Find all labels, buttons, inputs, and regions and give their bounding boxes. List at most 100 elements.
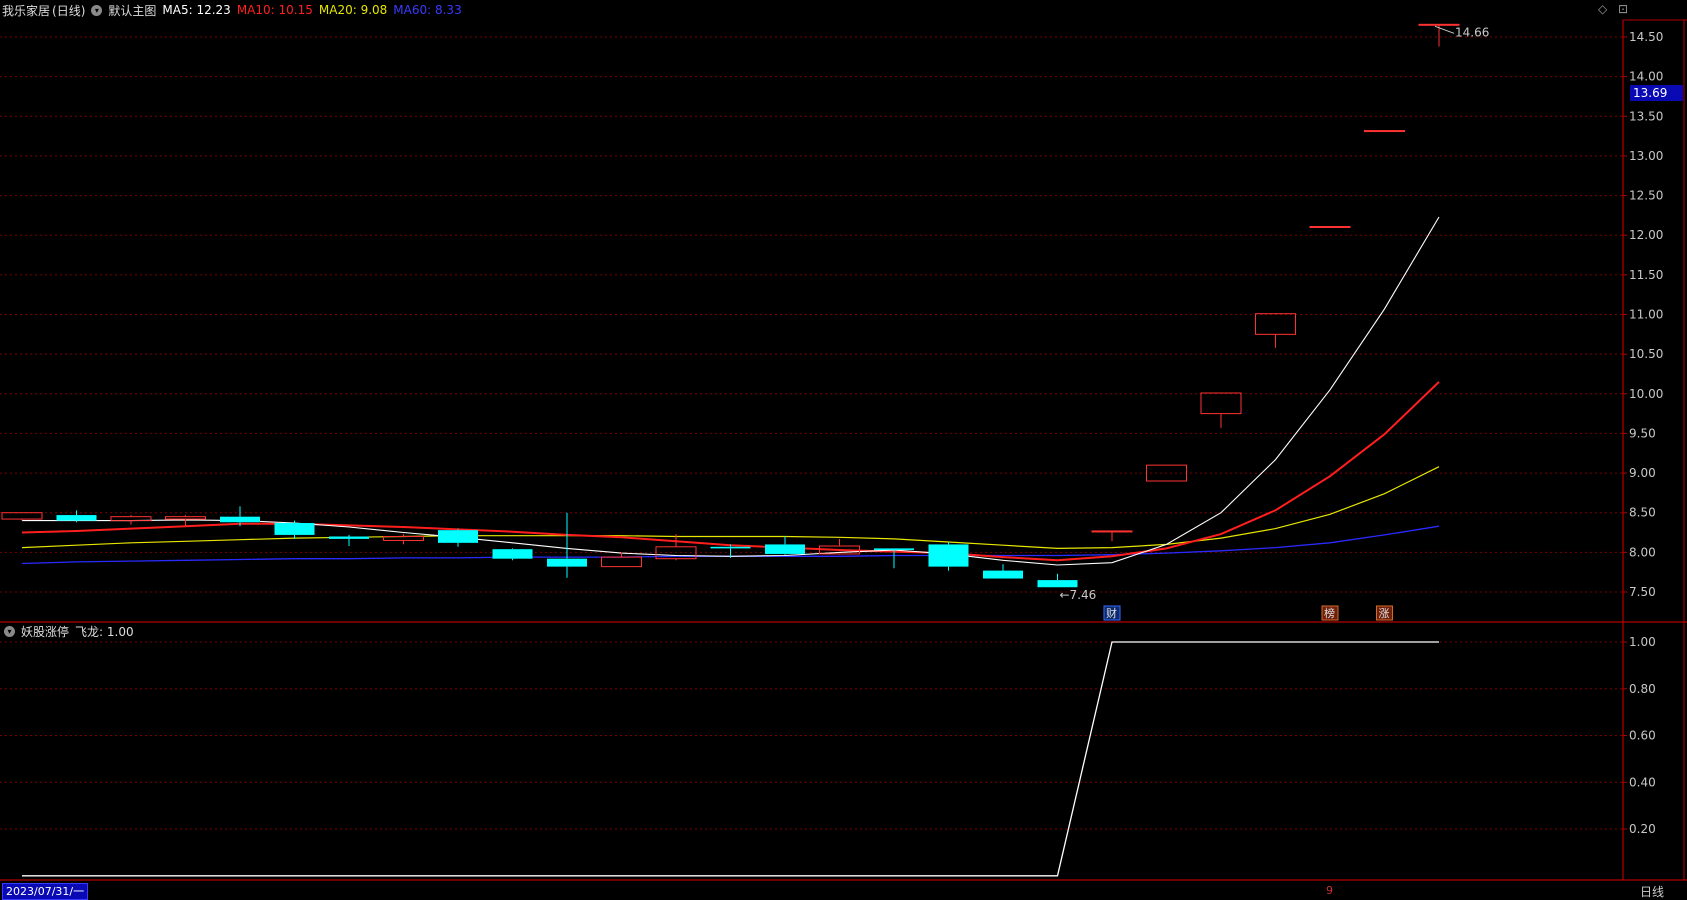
y-tick-label: 0.80 [1629, 682, 1656, 696]
event-marker: 涨 [1376, 605, 1393, 621]
candle-body [983, 570, 1023, 579]
candle-down [492, 548, 533, 561]
y-tick-label: 11.00 [1629, 308, 1663, 322]
candle-body [492, 549, 533, 559]
y-tick-label: 11.50 [1629, 268, 1663, 282]
ma5-value: MA5: 12.23 [162, 3, 231, 17]
ma20-value: MA20: 9.08 [318, 3, 388, 17]
candle-body [220, 516, 260, 523]
event-marker-label: 涨 [1379, 607, 1390, 620]
y-tick-label: 0.60 [1629, 729, 1656, 743]
candle-up [1309, 225, 1351, 228]
candle-up [1255, 313, 1296, 348]
candle-body [274, 523, 315, 535]
main-grid [0, 36, 1623, 593]
candle-down [765, 536, 805, 555]
candle-body [329, 536, 369, 539]
candle-up [110, 515, 152, 525]
feilong-line [22, 641, 1439, 877]
event-marker: 财 [1103, 605, 1121, 621]
y-tick-label: 0.40 [1629, 775, 1656, 789]
event-marker-label: 榜 [1324, 606, 1335, 620]
candle-body [1418, 23, 1460, 26]
period-selector[interactable]: 日线 [1640, 883, 1664, 900]
candle-body [56, 515, 97, 521]
candle-down [329, 534, 369, 547]
y-tick-label: 10.50 [1629, 347, 1663, 361]
window-icon[interactable]: ⊡ [1618, 2, 1628, 16]
sub-legend: ▾ 妖股涨停 飞龙: 1.00 [4, 622, 134, 640]
y-tick-label: 14.50 [1629, 30, 1663, 44]
y-tick-label: 9.00 [1629, 466, 1656, 480]
candle-body [601, 556, 642, 568]
y-tick-label: 0.20 [1629, 822, 1656, 836]
y-tick-label: 13.00 [1629, 149, 1663, 163]
high-price-label: 14.66 [1455, 25, 1489, 39]
y-tick-label: 12.00 [1629, 228, 1663, 242]
candle-down [983, 564, 1023, 579]
candle-down [1037, 573, 1078, 588]
candle-down [56, 510, 97, 523]
candle-up [1, 512, 43, 521]
chevron-down-icon[interactable]: ▾ [4, 625, 15, 637]
ma10-value: MA10: 10.15 [236, 3, 313, 17]
candle-body [438, 530, 478, 543]
diamond-icon[interactable]: ◇ [1598, 2, 1607, 16]
candle-up [383, 534, 424, 545]
y-tick-label: 12.50 [1629, 189, 1663, 203]
ma60-value: MA60: 8.33 [393, 3, 462, 17]
candle-body [874, 548, 914, 550]
event-marker: 榜 [1321, 605, 1339, 621]
candle-body [928, 544, 969, 567]
candle-up [165, 515, 206, 527]
frames [0, 19, 1687, 881]
candle-up [1364, 130, 1405, 133]
high-price-pointer [1434, 25, 1455, 34]
candle-body [1309, 225, 1351, 228]
candle-up [1200, 392, 1242, 428]
candle-down [274, 520, 315, 539]
candle-down [928, 542, 969, 571]
candle-down [547, 512, 587, 578]
indicator-value: 飞龙: 1.00 [75, 624, 134, 639]
y-tick-label: 13.50 [1629, 109, 1663, 123]
y-tick-label: 10.00 [1629, 387, 1663, 401]
candles [1, 23, 1460, 588]
candle-body [1364, 130, 1405, 133]
sub-grid [0, 641, 1623, 830]
template-name[interactable]: 默认主图 [108, 2, 156, 19]
candle-body [1091, 530, 1133, 533]
y-tick-label: 1.00 [1629, 635, 1656, 649]
y-tick-label: 8.50 [1629, 506, 1656, 520]
candle-up [1091, 530, 1133, 542]
y-tick-label: 8.00 [1629, 545, 1656, 559]
candle-body [165, 516, 206, 520]
sub-lines [22, 641, 1439, 877]
sub-y-axis: 1.00 0.80 0.60 0.40 0.20 [1623, 635, 1656, 836]
month-marker: 9 [1326, 884, 1333, 897]
low-price-label: ←7.46 [1060, 588, 1097, 602]
candle-body [1037, 580, 1078, 588]
candle-body [710, 546, 751, 549]
candle-body [547, 558, 587, 567]
candle-body [1, 512, 43, 520]
event-marker-label: 财 [1106, 606, 1117, 620]
y-tick-label: 9.50 [1629, 426, 1656, 440]
chevron-down-icon[interactable]: ▾ [91, 4, 103, 16]
stock-name[interactable]: 我乐家居 [2, 2, 50, 19]
y-tick-label: 7.50 [1629, 585, 1656, 599]
candle-up [601, 552, 642, 568]
y-tick-label: 14.00 [1629, 70, 1663, 84]
indicator-name[interactable]: 妖股涨停 [21, 623, 69, 640]
candle-down [438, 528, 478, 547]
main-legend: 我乐家居 (日线) ▾ 默认主图 MA5: 12.23 MA10: 10.15 … [2, 1, 462, 19]
date-label: 2023/07/31/一 [2, 883, 89, 900]
candle-body [765, 544, 805, 554]
candle-body [1255, 313, 1296, 335]
chart-canvas[interactable]: ←7.4614.66财榜涨 14.5014.0013.5013.0012.501… [0, 0, 1687, 899]
candle-body [1200, 392, 1242, 415]
main-y-axis: 14.50 14.00 13.50 13.00 12.50 12.00 11.50 11.00… [1623, 30, 1663, 599]
current-price-tag: 13.69 [1630, 85, 1683, 101]
ma10-line [21, 381, 1440, 562]
period-label: (日线) [52, 3, 86, 18]
